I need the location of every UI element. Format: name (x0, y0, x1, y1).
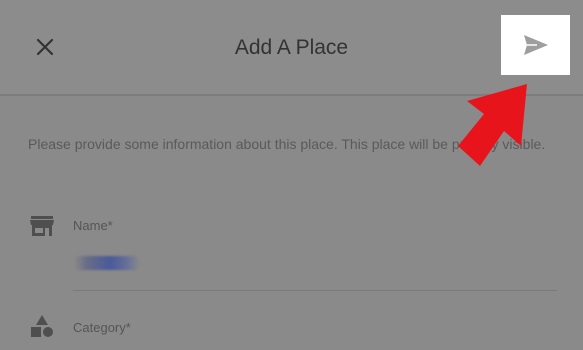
category-field-label: Category* (73, 320, 131, 335)
name-field-value[interactable] (74, 256, 140, 270)
page-title: Add A Place (234, 36, 349, 59)
name-field-underline (73, 290, 557, 291)
name-field-label: Name* (73, 218, 113, 233)
send-icon (523, 35, 548, 55)
category-shapes-icon (31, 315, 53, 337)
red-arrow-icon (458, 84, 527, 166)
store-icon (30, 216, 54, 236)
send-button[interactable] (501, 15, 570, 75)
